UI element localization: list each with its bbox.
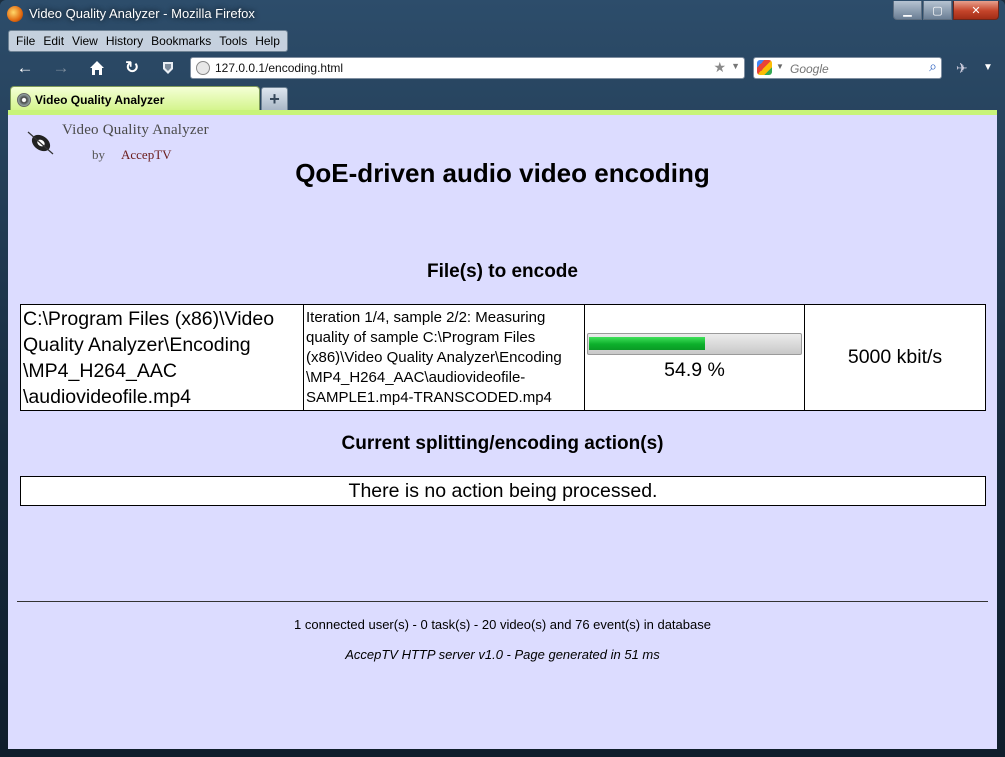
close-icon: ✕ [971,4,981,17]
home-button[interactable] [86,57,108,79]
plus-icon: + [269,88,280,109]
menu-bookmarks[interactable]: Bookmarks [147,34,215,48]
search-bar: ▼ ⌕ [753,57,942,79]
footer-stats: 1 connected user(s) - 0 task(s) - 20 vid… [294,617,711,632]
menu-history[interactable]: History [102,34,147,48]
actions-heading: Current splitting/encoding action(s) [341,433,664,454]
window-controls: ▁ ▢ ✕ [892,1,999,20]
reload-button[interactable]: ↻ [121,57,143,79]
page-content: Video Quality Analyzer by AccepTV QoE-dr… [8,115,997,749]
search-icon[interactable]: ⌕ [929,58,937,75]
page-title: QoE-driven audio video encoding [295,158,710,188]
maximize-icon: ▢ [932,4,943,17]
url-bar[interactable]: 127.0.0.1/encoding.html ★ ▼ [190,57,745,79]
search-input[interactable] [788,60,922,77]
tab-favicon-icon [17,93,31,107]
file-path-cell: C:\Program Files (x86)\Video Quality Ana… [20,304,304,411]
navigation-toolbar: ← → ↻ 127.0.0.1/encoding.html ★ ▼ ▼ Goog… [0,54,1005,82]
url-dropdown-icon[interactable]: ▼ [731,61,740,71]
shield-icon [163,62,173,74]
menu-view[interactable]: View [68,34,102,48]
bitrate-cell: 5000 kbit/s [804,304,986,411]
site-identity-icon[interactable] [196,61,210,75]
files-heading: File(s) to encode [427,261,578,282]
tab-video-quality-analyzer[interactable]: Video Quality Analyzer [10,86,260,111]
menu-help[interactable]: Help [251,34,284,48]
tab-label: Video Quality Analyzer [35,93,165,107]
home-icon [90,61,104,75]
tab-strip: Video Quality Analyzer + [0,84,1005,111]
browser-window: Video Quality Analyzer - Mozilla Firefox… [0,0,1005,757]
forward-button[interactable]: → [50,57,72,79]
files-table: C:\Program Files (x86)\Video Quality Ana… [20,304,986,411]
title-bar: Video Quality Analyzer - Mozilla Firefox… [0,0,1005,28]
logo-mark-icon [27,131,54,155]
google-icon[interactable] [757,60,772,75]
window-title: Video Quality Analyzer - Mozilla Firefox [29,6,255,21]
stop-button[interactable] [157,57,179,79]
progress-bar [587,333,802,355]
toolbar-menu-chevron-down-icon[interactable]: ▼ [983,62,993,73]
menu-file[interactable]: File [12,34,39,48]
back-button[interactable]: ← [14,57,36,79]
back-arrow-icon: ← [16,58,34,77]
minimize-icon: ▁ [903,4,912,17]
footer-divider [17,601,988,602]
addon-icon[interactable]: ✈ [956,60,968,77]
forward-arrow-icon: → [52,58,70,77]
reload-icon: ↻ [124,58,140,77]
url-text[interactable]: 127.0.0.1/encoding.html [215,61,343,75]
footer-server-info: AccepTV HTTP server v1.0 - Page generate… [345,647,660,662]
new-tab-button[interactable]: + [261,87,288,111]
progress-fill [589,337,705,350]
close-button[interactable]: ✕ [953,1,999,20]
menu-tools[interactable]: Tools [215,34,251,48]
maximize-button[interactable]: ▢ [923,1,952,20]
logo-product-name: Video Quality Analyzer [62,122,209,138]
menu-edit[interactable]: Edit [39,34,68,48]
file-status-cell: Iteration 1/4, sample 2/2: Measuring qua… [303,304,585,411]
table-row: C:\Program Files (x86)\Video Quality Ana… [20,304,986,411]
progress-label: 54.9 % [664,359,725,381]
firefox-icon [7,6,23,22]
file-progress-cell: 54.9 % [584,304,805,411]
bookmark-star-icon[interactable]: ★ [713,59,726,76]
minimize-button[interactable]: ▁ [893,1,922,20]
menu-bar: File Edit View History Bookmarks Tools H… [8,30,288,52]
search-engine-dropdown-icon[interactable]: ▼ [776,62,784,71]
action-status-box: There is no action being processed. [20,476,986,506]
